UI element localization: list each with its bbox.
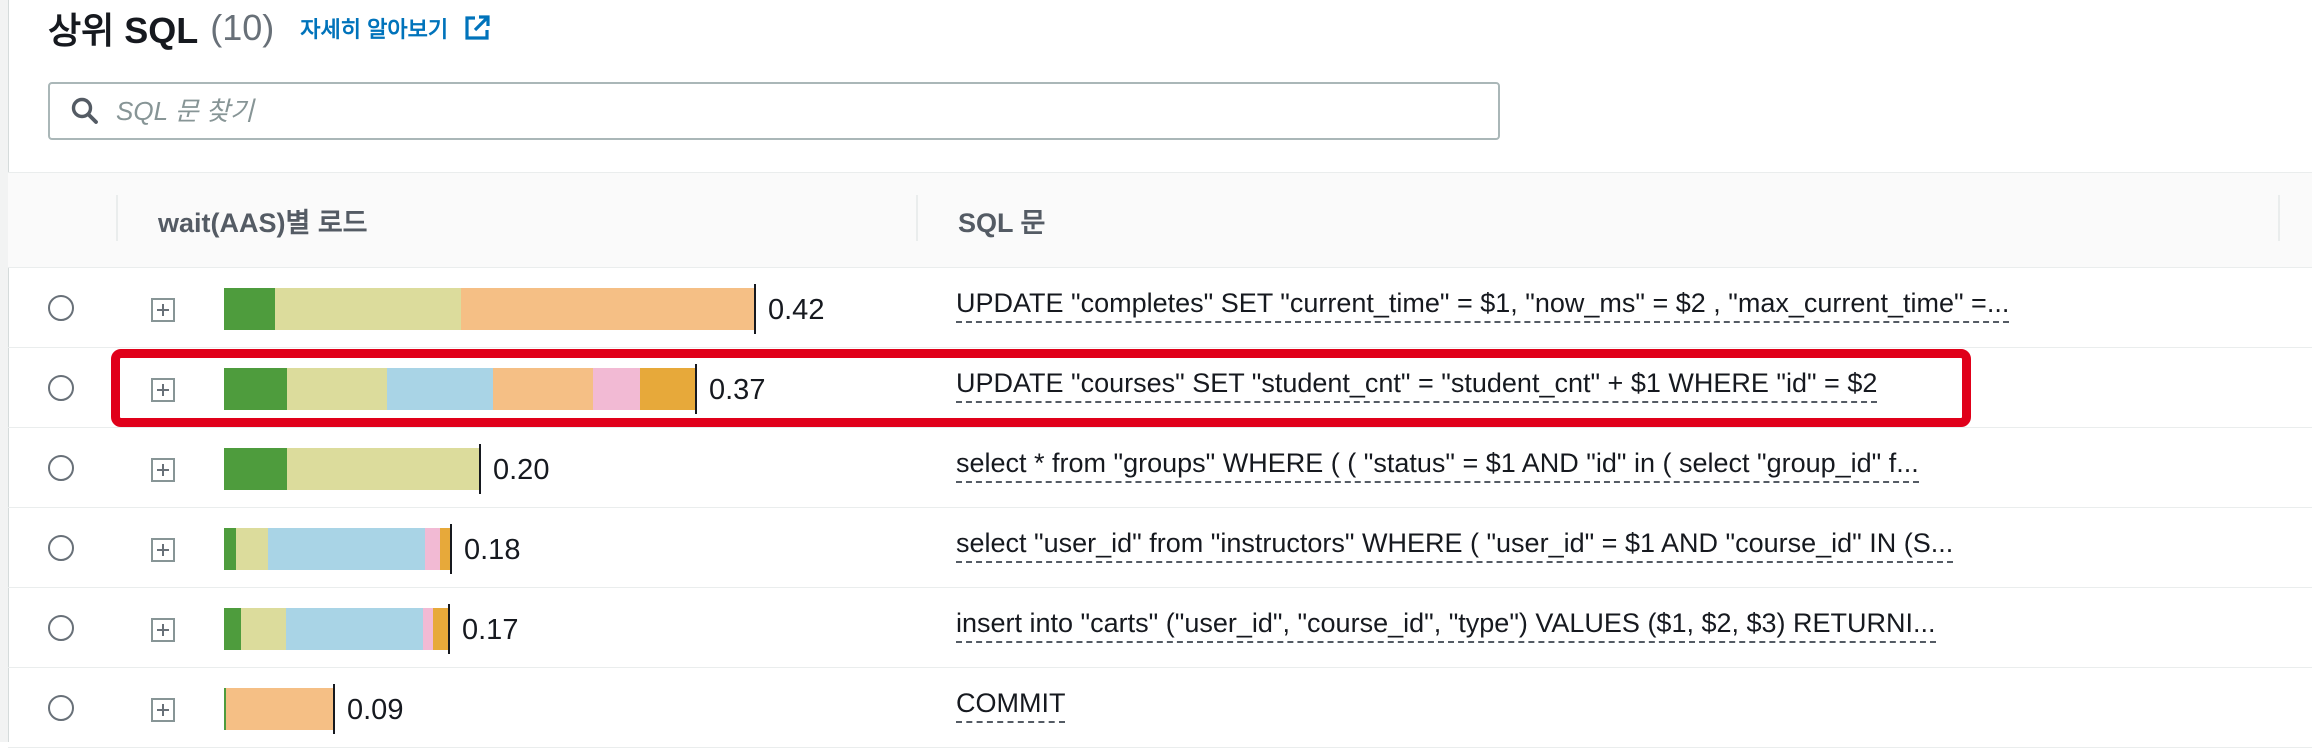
column-divider [2278, 195, 2280, 241]
expand-row-icon[interactable] [151, 378, 175, 402]
table-row[interactable]: 0.20 select * from "groups" WHERE ( ( "st… [8, 428, 2312, 508]
expand-row-icon[interactable] [151, 618, 175, 642]
load-bar [224, 448, 479, 490]
load-bar-segment-khaki [287, 448, 479, 490]
expand-row-icon[interactable] [151, 698, 175, 722]
load-bar [224, 608, 448, 650]
table-row[interactable]: 0.37 UPDATE "courses" SET "student_cnt" =… [8, 348, 2312, 428]
load-bar-segment-khaki [275, 288, 461, 330]
search-icon [71, 97, 98, 124]
column-header-load[interactable]: wait(AAS)별 로드 [158, 201, 368, 240]
expand-row-icon[interactable] [151, 458, 175, 482]
load-bar-end-marker [479, 444, 481, 494]
row-select-radio[interactable] [48, 615, 74, 641]
learn-more-link[interactable]: 자세히 알아보기 [300, 12, 492, 44]
row-select-radio[interactable] [48, 535, 74, 561]
row-select-radio[interactable] [48, 295, 74, 321]
load-bar-segment-blue [387, 368, 493, 410]
section-count: (10) [210, 7, 275, 48]
table-header: wait(AAS)별 로드 SQL 문 [8, 172, 2312, 268]
load-value: 0.17 [462, 614, 519, 646]
load-bar-segment-khaki [236, 528, 268, 570]
load-value: 0.20 [493, 454, 550, 486]
load-bar-end-marker [333, 684, 335, 734]
load-value: 0.42 [768, 294, 825, 326]
load-value: 0.09 [347, 694, 404, 726]
load-bar-segment-khaki [241, 608, 286, 650]
load-bar-segment-green [224, 448, 287, 490]
load-bar-end-marker [695, 364, 697, 414]
sql-statement-link[interactable]: select * from "groups" WHERE ( ( "status… [956, 448, 1919, 483]
load-bar-segment-pink [593, 368, 640, 410]
section-title: 상위 SQL [48, 10, 199, 51]
load-bar-segment-peach [493, 368, 593, 410]
load-bar-end-marker [448, 604, 450, 654]
column-divider [116, 195, 118, 241]
sql-statement-link[interactable]: insert into "carts" ("user_id", "course_… [956, 608, 1936, 643]
load-bar-end-marker [754, 284, 756, 334]
load-bar [224, 528, 450, 570]
load-bar-segment-pink [423, 608, 433, 650]
expand-row-icon[interactable] [151, 538, 175, 562]
load-bar-segment-blue [268, 528, 425, 570]
sql-search-box[interactable] [48, 82, 1500, 140]
load-bar-segment-green [224, 528, 236, 570]
sql-statement-link[interactable]: UPDATE "completes" SET "current_time" = … [956, 288, 2010, 323]
column-divider [916, 195, 918, 241]
load-bar-segment-peach [461, 288, 754, 330]
row-select-radio[interactable] [48, 455, 74, 481]
load-bar-segment-blue [286, 608, 423, 650]
load-bar-segment-orange [433, 608, 448, 650]
sql-statement-link[interactable]: select "user_id" from "instructors" WHER… [956, 528, 1954, 563]
load-bar-segment-orange [440, 528, 450, 570]
external-link-icon [465, 15, 490, 40]
learn-more-label: 자세히 알아보기 [300, 17, 449, 42]
section-header: 상위 SQL (10) 자세히 알아보기 [48, 7, 492, 51]
load-bar [224, 288, 754, 330]
column-header-sql[interactable]: SQL 문 [958, 201, 1045, 240]
load-bar-segment-khaki [287, 368, 387, 410]
sql-statement-link[interactable]: COMMIT [956, 688, 1066, 723]
load-bar [224, 688, 333, 730]
table-row[interactable]: 0.17 insert into "carts" ("user_id", "cou… [8, 588, 2312, 668]
load-bar-segment-peach [226, 688, 333, 730]
load-bar-segment-green [224, 608, 241, 650]
table-row[interactable]: 0.09 COMMIT [8, 668, 2312, 748]
load-bar-segment-pink [425, 528, 440, 570]
load-bar-segment-orange [640, 368, 695, 410]
row-select-radio[interactable] [48, 375, 74, 401]
table-row[interactable]: 0.42 UPDATE "completes" SET "current_time… [8, 268, 2312, 348]
load-value: 0.37 [709, 374, 766, 406]
sql-statement-link[interactable]: UPDATE "courses" SET "student_cnt" = "st… [956, 368, 1878, 403]
sql-search-input[interactable] [114, 94, 1418, 128]
table-row[interactable]: 0.18 select "user_id" from "instructors" … [8, 508, 2312, 588]
row-select-radio[interactable] [48, 695, 74, 721]
expand-row-icon[interactable] [151, 298, 175, 322]
load-bar [224, 368, 695, 410]
load-bar-segment-green [224, 288, 275, 330]
load-bar-segment-green [224, 368, 287, 410]
load-bar-end-marker [450, 524, 452, 574]
load-value: 0.18 [464, 534, 521, 566]
